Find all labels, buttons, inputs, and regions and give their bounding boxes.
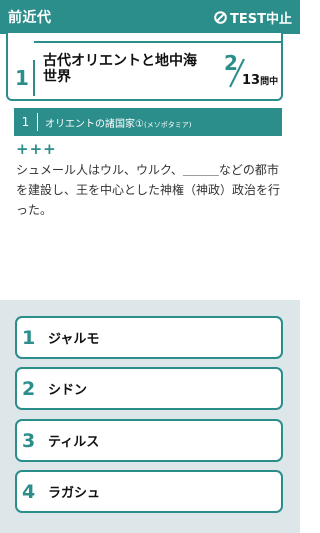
chapter-card: 1 古代オリエントと地中海世界 2 13問中 [6, 33, 283, 101]
importance-marks: +++ [16, 140, 57, 158]
chapter-title: 古代オリエントと地中海世界 [43, 53, 197, 85]
top-bar: 前近代 TEST中止 [0, 0, 300, 34]
total-count: 13 [242, 73, 261, 88]
question-text: シュメール人はウル、ウルク、＿＿＿などの都市を建設し、王を中心とした神権（神政）… [16, 163, 281, 217]
answer-option-1[interactable]: 1 ジャルモ [15, 316, 283, 359]
answer-option-2[interactable]: 2 シドン [15, 367, 283, 410]
section-title: オリエントの諸国家① [45, 118, 144, 130]
section-bar: 1 オリエントの諸国家①(メソポタミア) [14, 108, 282, 136]
option-number: 2 [22, 377, 36, 400]
total-suffix: 問中 [260, 77, 279, 87]
chapter-number: 1 [11, 60, 35, 96]
prohibited-icon [214, 10, 227, 24]
option-label: シドン [48, 383, 88, 398]
option-number: 1 [22, 326, 36, 349]
quit-test-button[interactable]: TEST中止 [214, 8, 292, 27]
option-label: ジャルモ [48, 332, 100, 347]
section-number: 1 [14, 113, 38, 131]
question-progress: 2 13問中 [222, 51, 282, 91]
option-number: 4 [22, 480, 36, 503]
option-number: 3 [22, 429, 36, 452]
divider [34, 41, 281, 43]
answer-option-3[interactable]: 3 ティルス [15, 419, 283, 462]
option-label: ラガシュ [48, 486, 101, 501]
option-label: ティルス [48, 435, 100, 450]
section-subtitle: (メソポタミア) [143, 120, 192, 129]
era-title: 前近代 [8, 10, 52, 26]
quit-test-label: TEST中止 [230, 11, 292, 27]
section-label: オリエントの諸国家①(メソポタミア) [45, 115, 191, 130]
answer-option-4[interactable]: 4 ラガシュ [15, 470, 283, 513]
total-questions: 13問中 [242, 73, 278, 88]
